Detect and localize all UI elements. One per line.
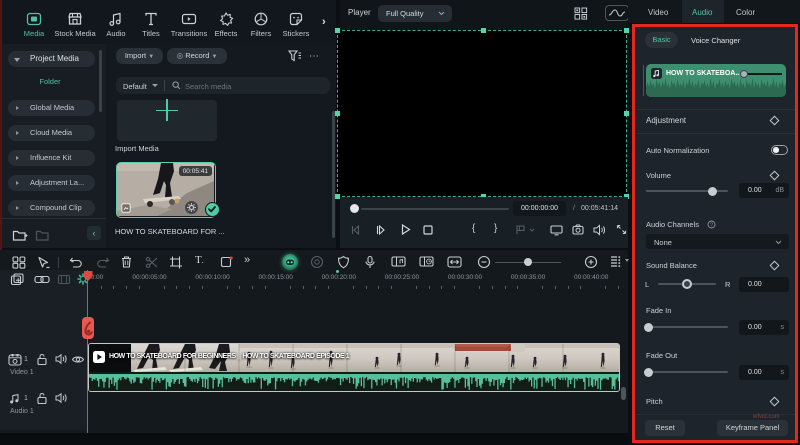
svg-text:?: ? xyxy=(710,223,713,229)
